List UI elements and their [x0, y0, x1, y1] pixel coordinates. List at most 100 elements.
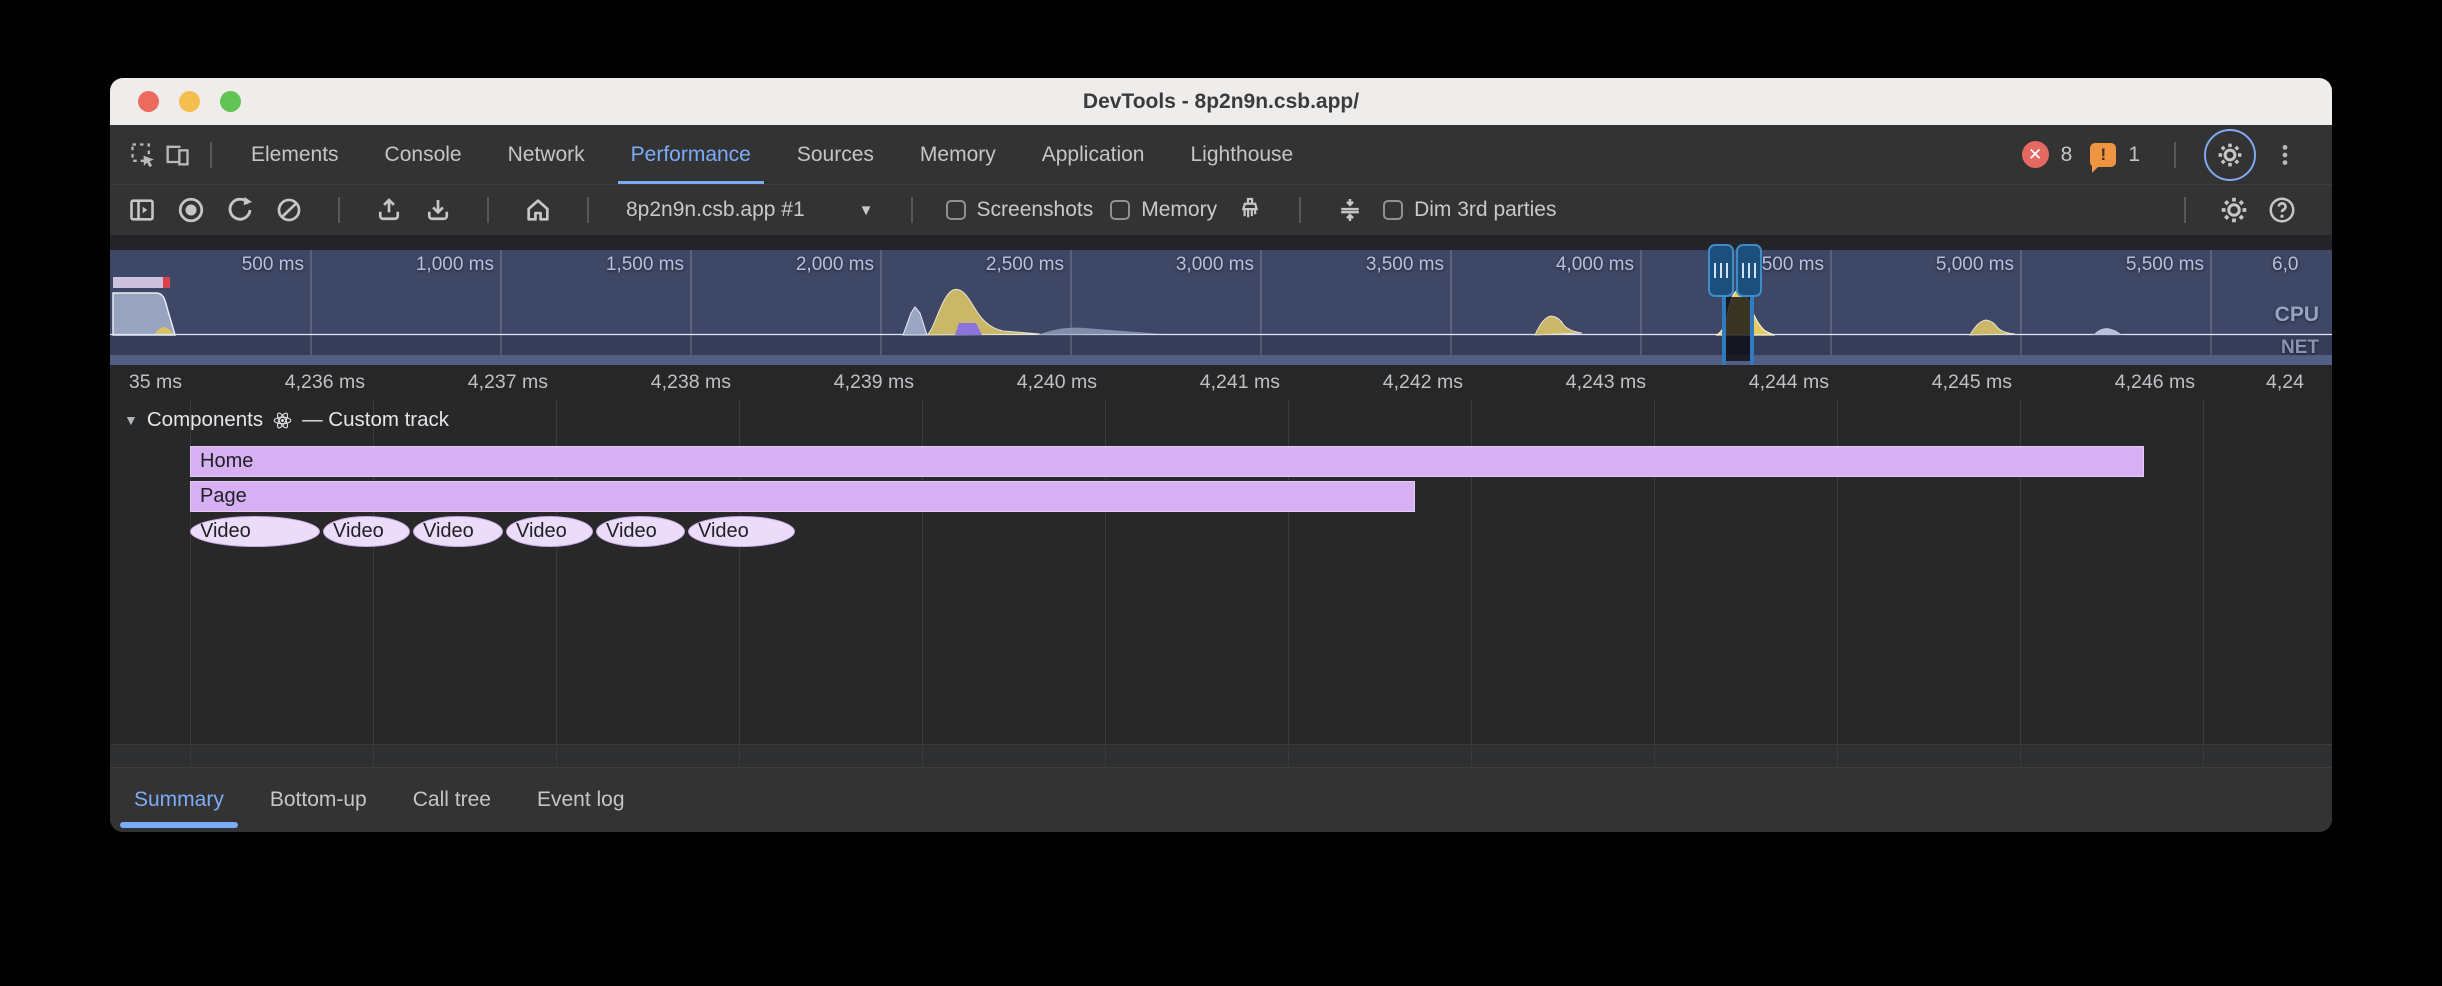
bottom-tab-event-log[interactable]: Event log [537, 788, 625, 812]
track-bar-home[interactable]: Home [190, 446, 2144, 477]
settings-gear-button[interactable] [2204, 129, 2256, 181]
kebab-menu-icon[interactable] [2268, 138, 2302, 172]
detail-ruler-label: 4,24 [2266, 371, 2332, 394]
overview-ruler-label: 6,0 [2272, 254, 2332, 276]
components-track-header[interactable]: ▼ Components — Custom track [124, 408, 449, 432]
detail-ruler-label: 4,239 ms [754, 371, 914, 394]
bottom-tab-bottom-up[interactable]: Bottom-up [270, 788, 367, 812]
horizontal-scroll-strip[interactable] [110, 744, 2332, 767]
toolbar-right-cluster [2168, 194, 2316, 226]
inspect-icon[interactable] [126, 138, 160, 172]
collapse-icon[interactable] [1334, 194, 1366, 226]
overview-ruler-label: 4,000 ms [1474, 254, 1634, 276]
dim-3rd-parties-checkbox[interactable]: Dim 3rd parties [1383, 198, 1556, 222]
tab-sources[interactable]: Sources [774, 125, 897, 184]
detail-ruler-label: 4,246 ms [2035, 371, 2195, 394]
checkbox-box[interactable] [1383, 200, 1403, 220]
tab-network[interactable]: Network [485, 125, 608, 184]
track-bar-video[interactable]: Video [688, 516, 795, 547]
overview-ruler-label: 1,000 ms [334, 254, 494, 276]
target-selector[interactable]: 8p2n9n.csb.app #1 ▼ [626, 198, 874, 222]
tab-application[interactable]: Application [1019, 125, 1168, 184]
divider [2184, 197, 2186, 223]
detail-ruler-label: 4,236 ms [205, 371, 365, 394]
bottom-tab-bar: Summary Bottom-up Call tree Event log [110, 767, 2332, 832]
track-bar-video[interactable]: Video [596, 516, 685, 547]
device-toolbar-icon[interactable] [160, 138, 194, 172]
checkbox-label: Screenshots [977, 198, 1094, 222]
overview-ruler-label: 2,000 ms [714, 254, 874, 276]
overview-ruler-label: 500 ms [144, 254, 304, 276]
reload-icon[interactable] [224, 194, 256, 226]
home-icon[interactable] [522, 194, 554, 226]
checkbox-label: Memory [1141, 198, 1217, 222]
detail-ruler-label: 4,241 ms [1120, 371, 1280, 394]
screenshots-checkbox[interactable]: Screenshots [946, 198, 1094, 222]
tab-performance[interactable]: Performance [608, 125, 774, 184]
track-title: Components [147, 408, 263, 432]
memory-checkbox[interactable]: Memory [1110, 198, 1217, 222]
tab-memory[interactable]: Memory [897, 125, 1019, 184]
detail-ruler-label: 4,237 ms [388, 371, 548, 394]
selection-shade [1726, 297, 1750, 361]
main-tab-bar: ElementsConsoleNetworkPerformanceSources… [110, 125, 2332, 185]
minimize-window-button[interactable] [179, 91, 200, 112]
close-window-button[interactable] [138, 91, 159, 112]
bottom-tab-call-tree[interactable]: Call tree [413, 788, 491, 812]
panel-left-icon[interactable] [126, 194, 158, 226]
flame-chart-area[interactable]: ▼ Components — Custom track Home Page Vide… [110, 400, 2332, 767]
main-tabs: ElementsConsoleNetworkPerformanceSources… [228, 125, 1316, 184]
timeline-overview[interactable]: 500 ms1,000 ms1,500 ms2,000 ms2,500 ms3,… [110, 250, 2332, 365]
track-title-suffix: — Custom track [302, 408, 449, 432]
track-bar-video[interactable]: Video [413, 516, 503, 547]
selection-right-handle[interactable] [1736, 244, 1762, 297]
upload-icon[interactable] [373, 194, 405, 226]
overview-ruler-label: 3,000 ms [1094, 254, 1254, 276]
flame-gridline [2203, 400, 2204, 767]
track-bar-video[interactable]: Video [323, 516, 410, 547]
tab-console[interactable]: Console [362, 125, 485, 184]
title-bar: DevTools - 8p2n9n.csb.app/ [110, 78, 2332, 125]
overview-ruler-label: 5,500 ms [2044, 254, 2204, 276]
devtools-window: DevTools - 8p2n9n.csb.app/ ElementsConso… [110, 78, 2332, 832]
bottom-tab-summary[interactable]: Summary [134, 788, 224, 812]
track-bar-video[interactable]: Video [506, 516, 593, 547]
traffic-lights [138, 78, 241, 125]
detail-ruler-label: 4,242 ms [1303, 371, 1463, 394]
error-count[interactable]: 8 [2061, 143, 2073, 167]
track-bar-video[interactable]: Video [190, 516, 320, 547]
error-icon[interactable]: ✕ [2022, 141, 2049, 168]
divider [1299, 197, 1301, 223]
record-icon[interactable] [175, 194, 207, 226]
gc-brush-icon[interactable] [1234, 194, 1266, 226]
overview-ruler-label: 3,500 ms [1284, 254, 1444, 276]
selection-left-handle[interactable] [1708, 244, 1734, 297]
download-icon[interactable] [422, 194, 454, 226]
cpu-lane-label: CPU [2275, 303, 2319, 327]
detail-ruler-label: 4,238 ms [571, 371, 731, 394]
detail-ruler-label: 4,243 ms [1486, 371, 1646, 394]
detail-ruler-label: 35 ms [110, 371, 182, 394]
zoom-window-button[interactable] [220, 91, 241, 112]
warning-count[interactable]: 1 [2128, 143, 2140, 167]
divider [587, 197, 589, 223]
overview-ruler-label: 5,000 ms [1854, 254, 2014, 276]
window-title: DevTools - 8p2n9n.csb.app/ [1083, 90, 1359, 114]
react-atom-icon [272, 410, 293, 431]
warning-icon[interactable]: ! [2090, 143, 2116, 167]
collapse-triangle-icon[interactable]: ▼ [124, 412, 138, 428]
gear-icon[interactable] [2218, 194, 2250, 226]
tab-lighthouse[interactable]: Lighthouse [1167, 125, 1316, 184]
overview-ruler-label: 2,500 ms [904, 254, 1064, 276]
track-bar-page[interactable]: Page [190, 481, 1415, 512]
screen: DevTools - 8p2n9n.csb.app/ ElementsConso… [0, 0, 2442, 986]
checkbox-box[interactable] [1110, 200, 1130, 220]
tab-elements[interactable]: Elements [228, 125, 362, 184]
detail-time-ruler: 35 ms 4,236 ms 4,237 ms 4,238 ms 4,239 ms 4,2… [110, 365, 2332, 400]
net-lane-label: NET [2281, 337, 2319, 359]
detail-ruler-label: 4,240 ms [937, 371, 1097, 394]
clear-icon[interactable] [273, 194, 305, 226]
checkbox-box[interactable] [946, 200, 966, 220]
help-icon[interactable] [2266, 194, 2298, 226]
detail-ruler-label: 4,245 ms [1852, 371, 2012, 394]
